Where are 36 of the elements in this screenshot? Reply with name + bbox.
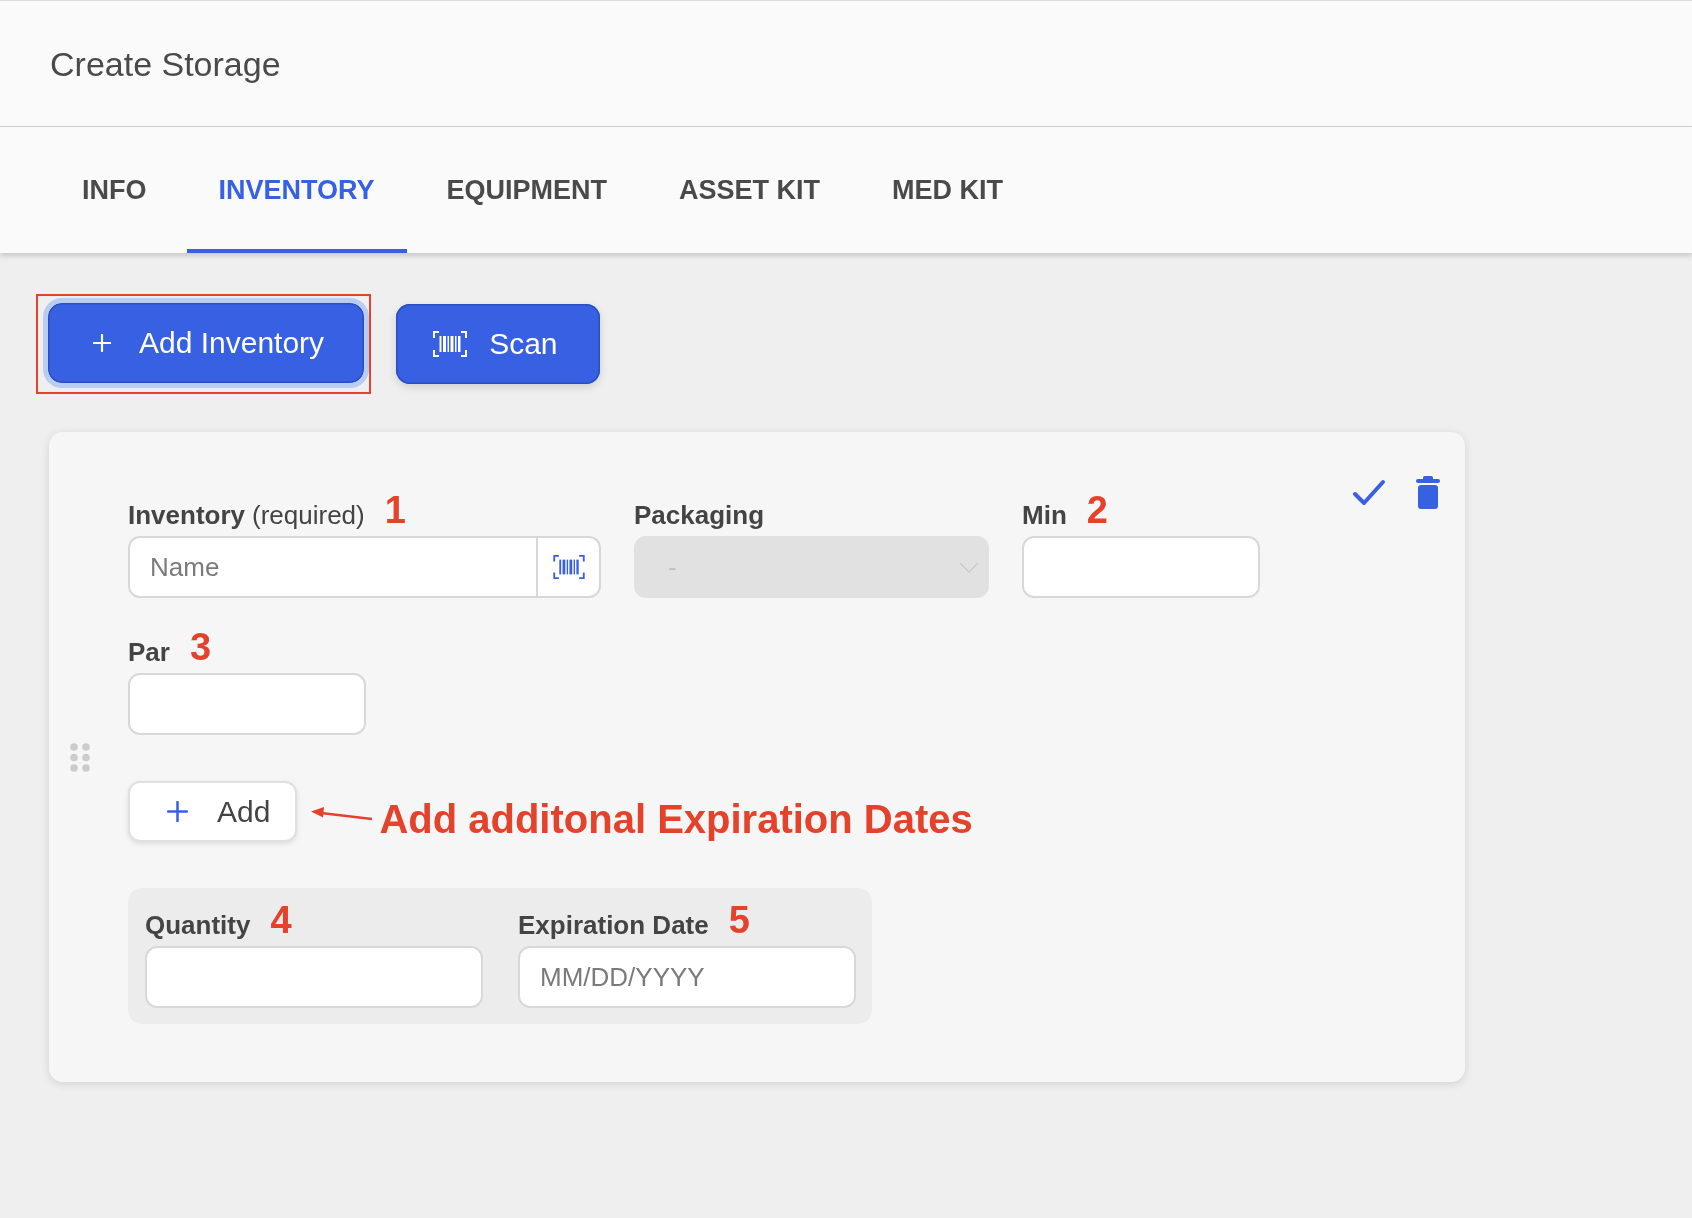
annotation-number: 3 <box>189 629 212 665</box>
barcode-button[interactable] <box>538 536 601 598</box>
plus-icon <box>93 334 111 352</box>
add-button[interactable]: Add <box>128 781 298 842</box>
annotation-number: 4 <box>270 902 292 938</box>
input-field[interactable] <box>128 673 366 735</box>
drag-handle-icon[interactable] <box>70 742 90 772</box>
annotation-number: 1 <box>384 492 406 528</box>
annotation-number: 2 <box>1086 492 1108 528</box>
tab[interactable]: MED KIT <box>860 127 1036 253</box>
field-label: Packaging <box>634 500 765 530</box>
input-field[interactable] <box>1022 536 1260 598</box>
plus-icon <box>167 801 188 822</box>
annotation-text: Add additonal Expiration Dates <box>379 795 973 842</box>
field-label: Quantity <box>145 910 251 940</box>
tab[interactable]: ASSET KIT <box>647 127 853 253</box>
arrow-icon <box>311 805 374 822</box>
trash-icon[interactable] <box>1416 476 1440 509</box>
field-label: Inventory <box>128 500 246 530</box>
page-title: Create Storage <box>50 43 281 84</box>
required-note: (required) <box>252 500 365 530</box>
tab[interactable]: INFO <box>50 127 179 253</box>
annotation-number: 5 <box>728 902 750 938</box>
check-icon[interactable] <box>1352 479 1386 506</box>
barcode-icon <box>433 331 468 357</box>
input-field[interactable]: MM/DD/YYYY <box>518 946 856 1008</box>
input-field[interactable]: Name <box>128 536 538 598</box>
field-label: Expiration Date <box>518 910 709 940</box>
field-label: Par <box>128 637 170 667</box>
field-label: Min <box>1022 500 1067 530</box>
add-inventory-button[interactable]: Add Inventory <box>43 298 370 388</box>
scan-button[interactable]: Scan <box>396 304 600 384</box>
input-field[interactable] <box>145 946 483 1008</box>
tab[interactable]: EQUIPMENT <box>414 127 640 253</box>
tab[interactable]: INVENTORY <box>186 127 407 253</box>
barcode-icon <box>552 555 585 579</box>
